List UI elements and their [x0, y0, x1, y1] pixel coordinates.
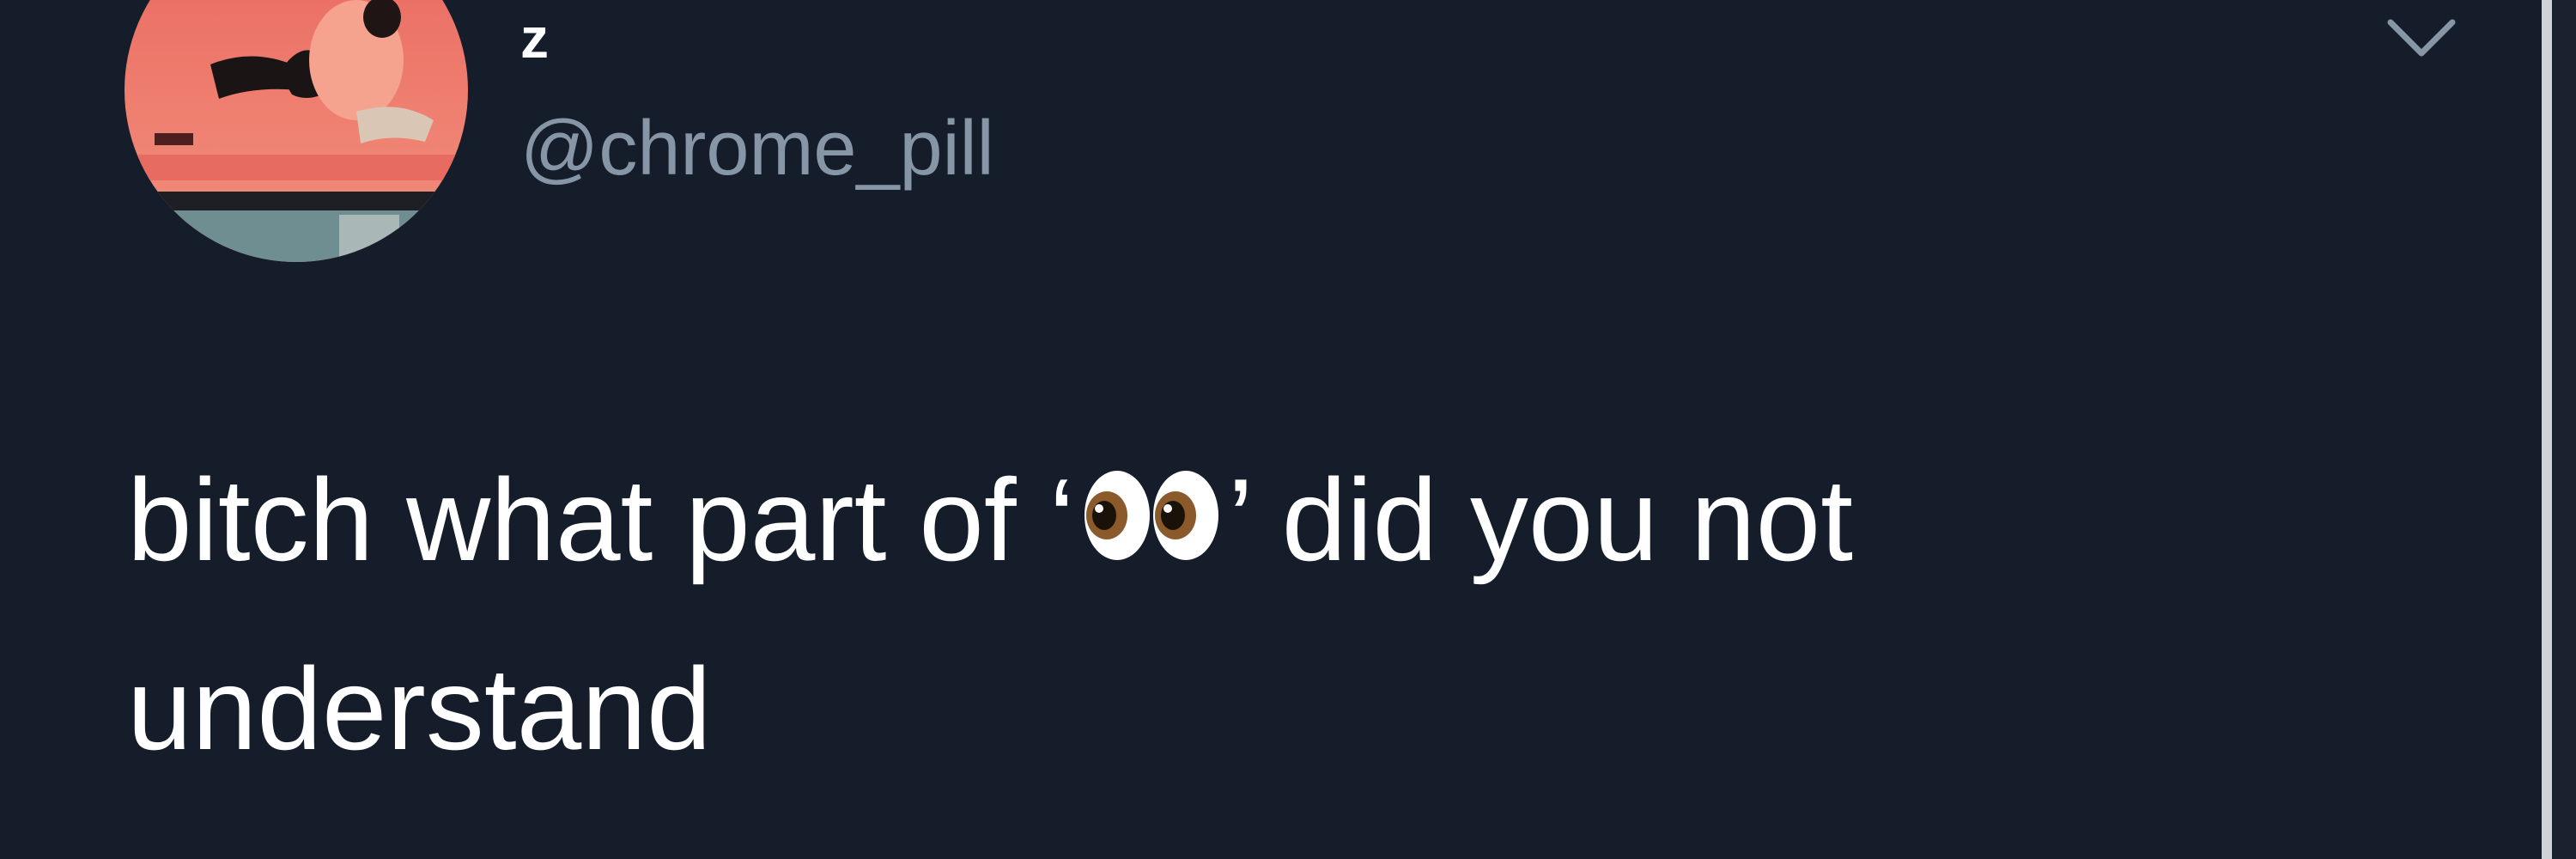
tweet-text-line-2: understand	[127, 643, 712, 774]
avatar-image	[125, 0, 468, 262]
tweet-text-line-1-before: bitch what part of ‘	[127, 454, 1075, 585]
user-handle[interactable]: @chrome_pill	[520, 106, 994, 192]
tweet-text-line-1: bitch what part of ‘ ’ did you not	[127, 425, 2360, 614]
display-name[interactable]: z	[520, 3, 549, 72]
tweet-card: z @chrome_pill bitch what part of ‘ ’ di…	[0, 0, 2542, 859]
tweet-text: bitch what part of ‘ ’ did you not under…	[127, 425, 2360, 803]
avatar[interactable]	[125, 0, 468, 262]
chevron-down-icon[interactable]	[2379, 9, 2464, 69]
card-edge	[2542, 0, 2552, 859]
tweet-text-line-1-after: ’ did you not	[1227, 454, 1854, 585]
eyes-emoji	[1078, 464, 1224, 567]
screen-edge	[2552, 0, 2576, 859]
